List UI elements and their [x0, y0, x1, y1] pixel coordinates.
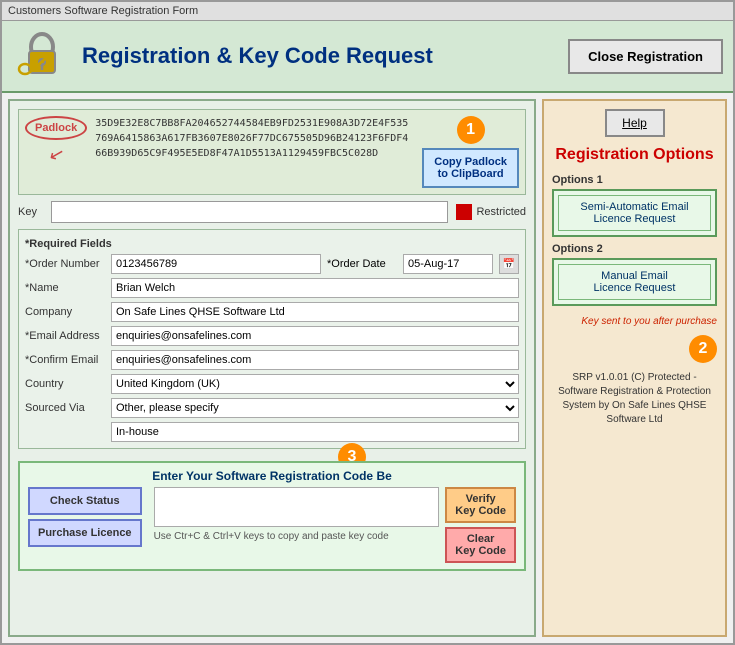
reg-options-title: Registration Options — [552, 145, 717, 166]
options2-button[interactable]: Manual Email Licence Request — [558, 264, 711, 300]
email-row: *Email Address — [25, 326, 519, 346]
country-row: Country United Kingdom (UK) — [25, 374, 519, 394]
header-bar: Registration & Key Code Request Close Re… — [2, 21, 733, 93]
confirm-email-label: *Confirm Email — [25, 354, 105, 366]
options1-box: Semi-Automatic Email Licence Request — [552, 189, 717, 237]
close-registration-button[interactable]: Close Registration — [568, 39, 723, 74]
country-select[interactable]: United Kingdom (UK) — [111, 374, 519, 394]
restricted-badge: Restricted — [456, 204, 526, 220]
company-input[interactable] — [111, 302, 519, 322]
bottom-left-buttons: Check Status Purchase Licence — [28, 487, 142, 547]
padlock-section: Padlock ↙ 35D9E32E8C7BB8FA204652744584EB… — [18, 109, 526, 195]
company-row: Company — [25, 302, 519, 322]
badge-1: 1 — [457, 116, 485, 144]
main-window: Customers Software Registration Form Reg… — [0, 0, 735, 645]
options2-box: Manual Email Licence Request — [552, 258, 717, 306]
name-input[interactable] — [111, 278, 519, 298]
sourced-via-select[interactable]: Other, please specify — [111, 398, 519, 418]
padlock-oval-label: Padlock — [25, 116, 87, 140]
restricted-label: Restricted — [476, 206, 526, 218]
country-label: Country — [25, 378, 105, 390]
key-label: Key — [18, 206, 43, 218]
name-label: *Name — [25, 282, 105, 294]
email-label: *Email Address — [25, 330, 105, 342]
padlock-label-area: Padlock ↙ — [25, 116, 87, 165]
company-label: Company — [25, 306, 105, 318]
calendar-icon[interactable]: 📅 — [499, 254, 519, 274]
purchase-licence-button[interactable]: Purchase Licence — [28, 519, 142, 547]
reg-code-textarea[interactable] — [154, 487, 440, 527]
key-input[interactable] — [51, 201, 448, 223]
reg-code-area: Use Ctr+C & Ctrl+V keys to copy and past… — [154, 487, 440, 542]
sourced-via-label: Sourced Via — [25, 402, 105, 414]
arrow-icon: ↙ — [46, 142, 66, 166]
order-date-input[interactable] — [403, 254, 493, 274]
confirm-email-row: *Confirm Email — [25, 350, 519, 370]
header-title: Registration & Key Code Request — [82, 43, 568, 69]
title-bar: Customers Software Registration Form — [2, 2, 733, 21]
padlock-hash: 35D9E32E8C7BB8FA204652744584EB9FD2531E90… — [95, 116, 414, 161]
reg-code-hint: Use Ctr+C & Ctrl+V keys to copy and past… — [154, 531, 440, 542]
verify-key-code-button[interactable]: Verify Key Code — [445, 487, 516, 523]
srp-text: SRP v1.0.01 (C) Protected - Software Reg… — [552, 371, 717, 427]
bottom-section: Enter Your Software Registration Code Be… — [18, 461, 526, 571]
options2-label: Options 2 — [552, 243, 717, 255]
right-panel: Help Registration Options Options 1 Semi… — [542, 99, 727, 637]
order-number-input[interactable] — [111, 254, 321, 274]
window-title: Customers Software Registration Form — [8, 5, 198, 17]
order-date-label: *Order Date — [327, 258, 397, 270]
key-sent-text: Key sent to you after purchase — [581, 316, 717, 327]
key-row: Key Restricted — [18, 201, 526, 223]
form-grid: *Required Fields *Order Number *Order Da… — [18, 229, 526, 449]
required-fields-label: *Required Fields — [25, 238, 519, 250]
order-row: *Order Number *Order Date 📅 — [25, 254, 519, 274]
check-status-button[interactable]: Check Status — [28, 487, 142, 515]
restricted-icon — [456, 204, 472, 220]
badge2-area: Key sent to you after purchase 2 — [552, 316, 717, 363]
verify-clear-buttons: Verify Key Code Clear Key Code — [445, 487, 516, 563]
copy-padlock-button[interactable]: Copy Padlock to ClipBoard — [422, 148, 519, 188]
bottom-reg-wrapper: 3 Enter Your Software Registration Code … — [18, 457, 526, 571]
options1-button[interactable]: Semi-Automatic Email Licence Request — [558, 195, 711, 231]
order-number-label: *Order Number — [25, 258, 105, 270]
badge-2: 2 — [689, 335, 717, 363]
sourced-text-input[interactable] — [111, 422, 519, 442]
options1-label: Options 1 — [552, 174, 717, 186]
bottom-row: Check Status Purchase Licence Use Ctr+C … — [28, 487, 516, 563]
clear-key-code-button[interactable]: Clear Key Code — [445, 527, 516, 563]
name-row: *Name — [25, 278, 519, 298]
sourced-text-row — [25, 422, 519, 442]
main-content: Padlock ↙ 35D9E32E8C7BB8FA204652744584EB… — [2, 93, 733, 643]
email-input[interactable] — [111, 326, 519, 346]
left-panel: Padlock ↙ 35D9E32E8C7BB8FA204652744584EB… — [8, 99, 536, 637]
logo — [12, 29, 72, 84]
bottom-title: Enter Your Software Registration Code Be — [28, 469, 516, 483]
sourced-via-row: Sourced Via Other, please specify — [25, 398, 519, 418]
confirm-email-input[interactable] — [111, 350, 519, 370]
help-button[interactable]: Help — [605, 109, 665, 137]
